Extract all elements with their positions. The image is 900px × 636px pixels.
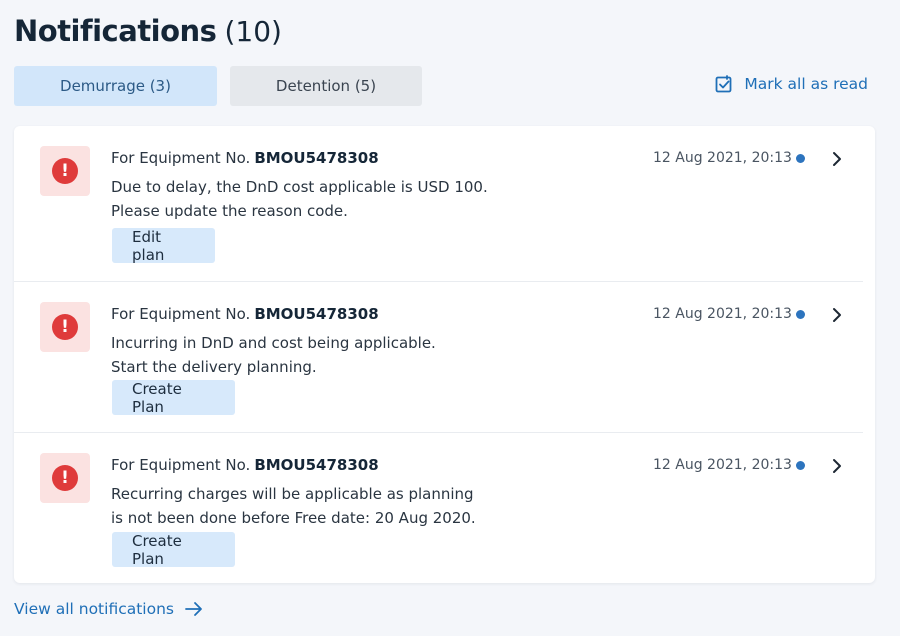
message-line: Recurring charges will be applicable as … [111,485,474,503]
equipment-number: BMOU5478308 [254,456,379,474]
create-plan-button[interactable]: Create Plan [112,532,235,568]
exclamation-circle-icon: ! [52,465,78,491]
equipment-number: BMOU5478308 [254,305,379,323]
equipment-prefix: For Equipment No. [111,456,251,474]
notification-message: Due to delay, the DnD cost applicable is… [111,175,488,223]
notification-timestamp: 12 Aug 2021, 20:13 [653,306,792,322]
arrow-right-icon [185,602,202,616]
equipment-prefix: For Equipment No. [111,149,251,167]
chevron-right-icon[interactable] [830,457,844,475]
alert-badge: ! [40,302,90,352]
view-all-label: View all notifications [14,600,174,618]
tab-bar: Demurrage (3) Detention (5) [14,66,422,106]
notification-item[interactable]: ! For Equipment No. BMOU5478308 Recurring… [14,433,863,583]
message-line: is not been done before Free date: 20 Au… [111,509,476,527]
notification-message: Incurring in DnD and cost being applicab… [111,331,436,379]
notification-item[interactable]: ! For Equipment No. BMOU5478308 Incurring… [14,282,863,433]
exclamation-circle-icon: ! [52,158,78,184]
mark-all-label: Mark all as read [744,75,868,93]
create-plan-button[interactable]: Create Plan [112,380,235,416]
message-line: Please update the reason code. [111,202,348,220]
mark-all-as-read-button[interactable]: Mark all as read [714,74,868,94]
notification-title: For Equipment No. BMOU5478308 [111,149,379,167]
tab-demurrage[interactable]: Demurrage (3) [14,66,217,106]
notification-timestamp: 12 Aug 2021, 20:13 [653,150,792,166]
chevron-right-icon[interactable] [830,150,844,168]
unread-indicator [796,310,805,319]
page-title: Notifications [14,14,217,48]
tab-detention[interactable]: Detention (5) [230,66,422,106]
notification-item[interactable]: ! For Equipment No. BMOU5478308 Due to de… [14,126,863,282]
checkbox-icon [716,75,732,93]
equipment-prefix: For Equipment No. [111,305,251,323]
message-line: Due to delay, the DnD cost applicable is… [111,178,488,196]
message-line: Start the delivery planning. [111,358,317,376]
unread-indicator [796,461,805,470]
chevron-right-icon[interactable] [830,306,844,324]
alert-badge: ! [40,453,90,503]
notification-list: ! For Equipment No. BMOU5478308 Due to de… [14,126,875,583]
equipment-number: BMOU5478308 [254,149,379,167]
notification-title: For Equipment No. BMOU5478308 [111,456,379,474]
alert-badge: ! [40,146,90,196]
unread-indicator [796,154,805,163]
notification-timestamp: 12 Aug 2021, 20:13 [653,457,792,473]
exclamation-circle-icon: ! [52,314,78,340]
notification-title: For Equipment No. BMOU5478308 [111,305,379,323]
page-header: Notifications (10) [14,14,282,48]
notification-count: (10) [224,15,282,48]
message-line: Incurring in DnD and cost being applicab… [111,334,436,352]
edit-plan-button[interactable]: Edit plan [112,228,215,264]
notification-message: Recurring charges will be applicable as … [111,482,476,530]
view-all-notifications-link[interactable]: View all notifications [14,600,204,618]
